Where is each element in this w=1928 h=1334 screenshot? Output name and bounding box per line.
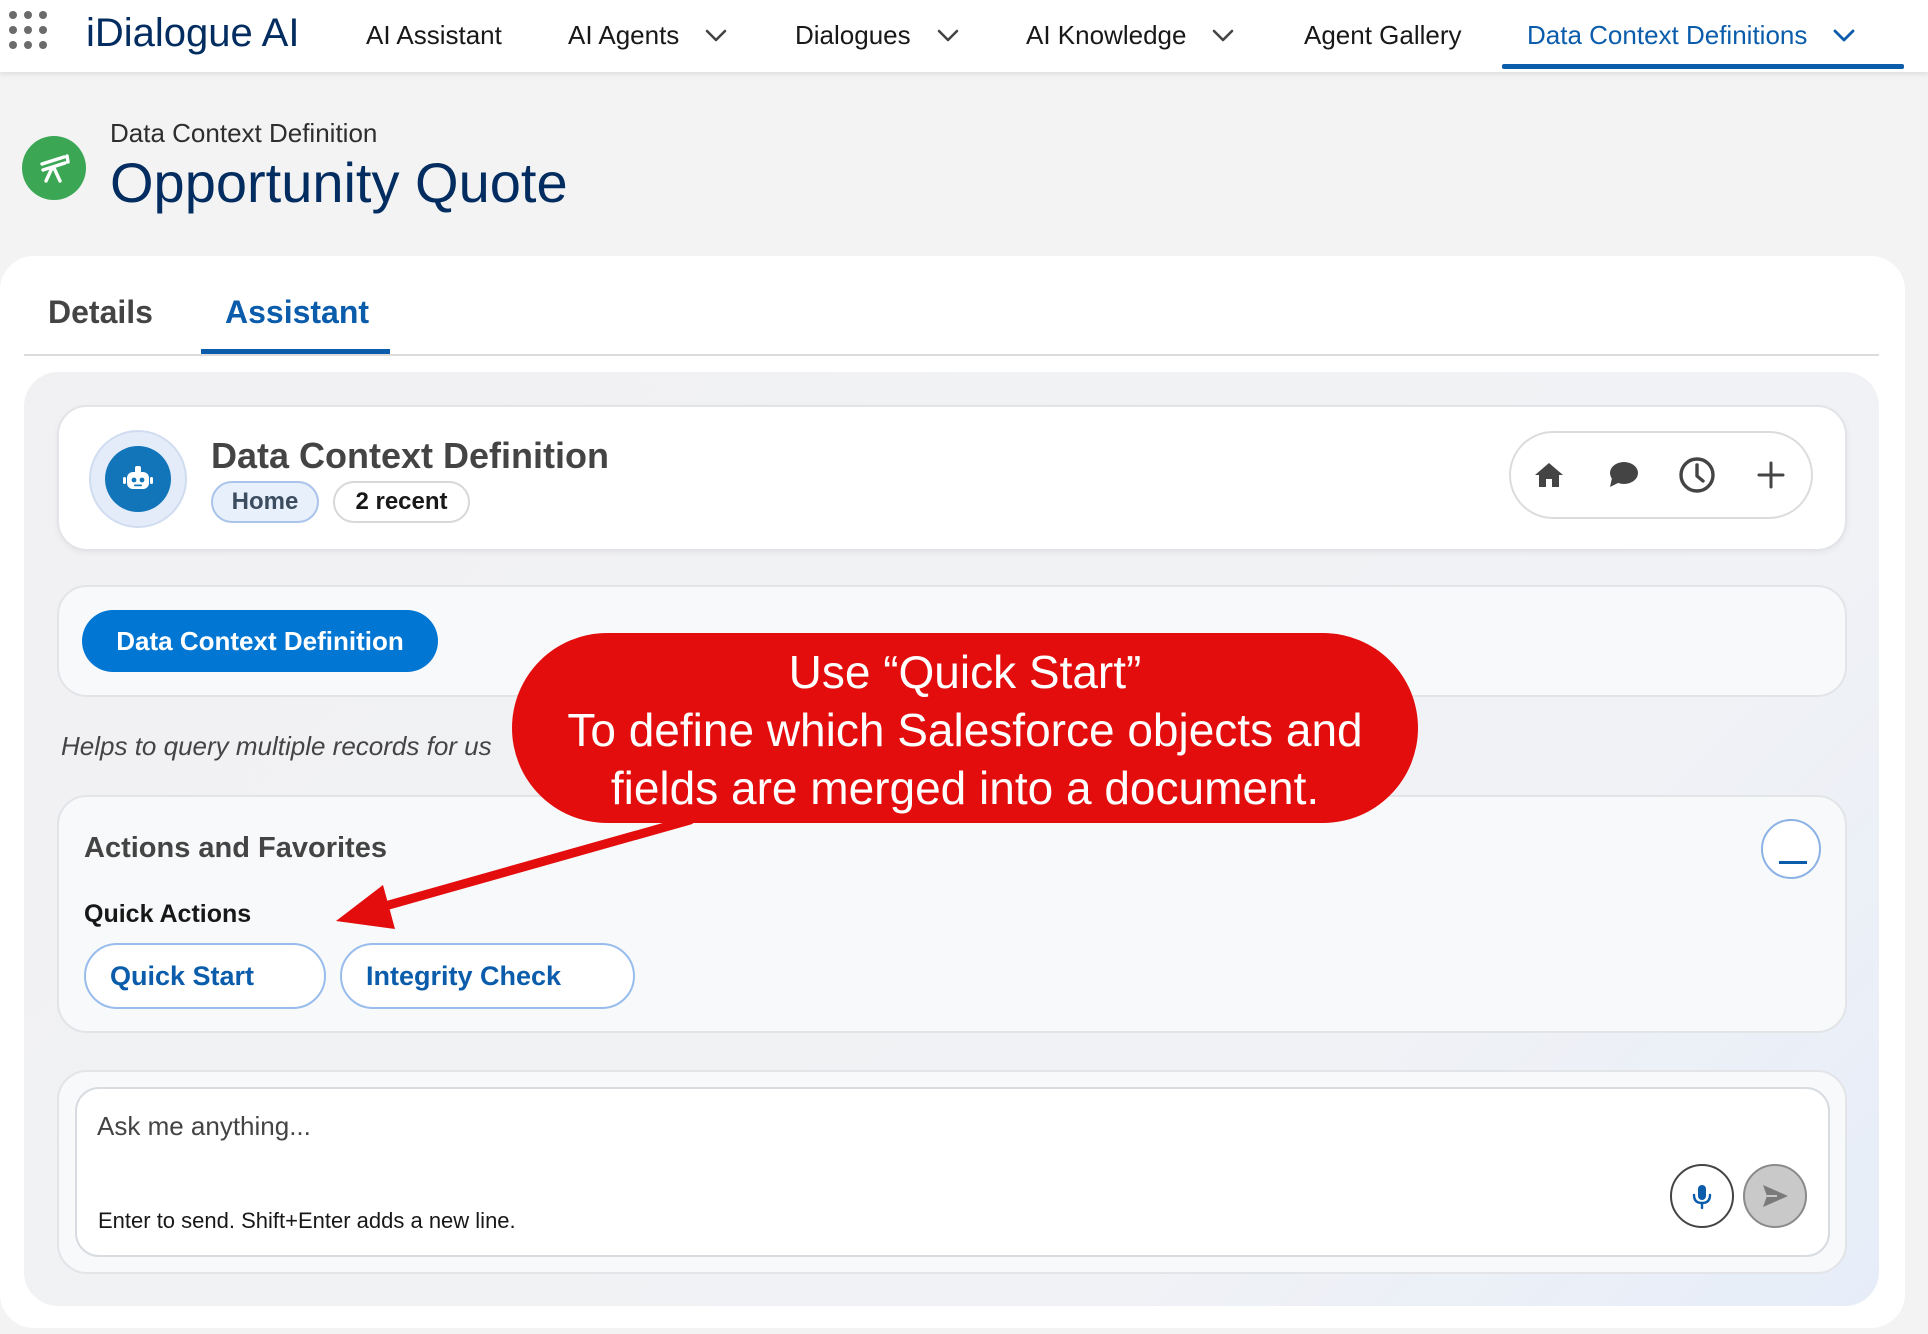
home-pill[interactable]: Home xyxy=(211,481,319,523)
send-button[interactable] xyxy=(1743,1164,1807,1228)
microphone-button[interactable] xyxy=(1670,1164,1734,1228)
nav-item-label: AI Knowledge xyxy=(1026,20,1187,50)
agent-context-button[interactable]: Data Context Definition xyxy=(82,610,438,672)
object-type-label: Data Context Definition xyxy=(110,118,378,148)
chevron-down-icon[interactable] xyxy=(701,20,731,50)
chevron-down-icon[interactable] xyxy=(933,20,963,50)
integrity-check-button[interactable]: Integrity Check xyxy=(340,943,635,1009)
page-title: Opportunity Quote xyxy=(110,151,568,214)
nav-item-label: AI Assistant xyxy=(366,20,502,50)
nav-item-agent-gallery[interactable]: Agent Gallery xyxy=(1304,17,1462,53)
nav-item-data-context-definitions[interactable]: Data Context Definitions xyxy=(1527,17,1859,53)
tab-divider xyxy=(24,354,1879,356)
nav-item-label: Data Context Definitions xyxy=(1527,20,1808,50)
chevron-down-icon[interactable] xyxy=(1208,20,1238,50)
callout-line: fields are merged into a document. xyxy=(610,762,1320,814)
message-input[interactable] xyxy=(97,1106,1597,1146)
chevron-down-icon[interactable] xyxy=(1829,20,1859,50)
nav-item-label: Dialogues xyxy=(795,20,911,50)
collapse-button[interactable] xyxy=(1761,819,1821,879)
chat-icon[interactable] xyxy=(1602,454,1644,496)
quick-actions-label: Quick Actions xyxy=(84,900,252,928)
send-icon xyxy=(1763,1185,1788,1207)
callout-line: Use “Quick Start” xyxy=(788,646,1142,698)
recent-pill[interactable]: 2 recent xyxy=(333,481,470,523)
callout-line: To define which Salesforce objects and xyxy=(567,704,1363,756)
telescope-icon xyxy=(22,136,86,200)
actions-card xyxy=(57,795,1847,1033)
nav-active-indicator xyxy=(1502,64,1904,69)
minimize-icon xyxy=(1779,861,1807,864)
nav-item-dialogues[interactable]: Dialogues xyxy=(795,17,963,53)
agent-title: Data Context Definition xyxy=(211,435,610,476)
nav-item-ai-agents[interactable]: AI Agents xyxy=(568,17,731,53)
robot-icon xyxy=(123,466,153,489)
microphone-icon xyxy=(1692,1185,1712,1210)
nav-item-ai-assistant[interactable]: AI Assistant xyxy=(366,17,502,53)
app-name: iDialogue AI xyxy=(86,11,300,55)
tab-details[interactable]: Details xyxy=(48,292,153,332)
agent-helper-text: Helps to query multiple records for us xyxy=(61,731,492,761)
tab-active-indicator xyxy=(201,349,390,354)
composer-hint: Enter to send. Shift+Enter adds a new li… xyxy=(98,1208,516,1233)
actions-title: Actions and Favorites xyxy=(84,832,387,864)
nav-item-label: AI Agents xyxy=(568,20,680,50)
quick-start-button[interactable]: Quick Start xyxy=(84,943,326,1009)
tab-assistant[interactable]: Assistant xyxy=(225,292,369,332)
annotation-callout: Use “Quick Start” To define which Salesf… xyxy=(512,633,1418,823)
nav-item-label: Agent Gallery xyxy=(1304,20,1462,50)
nav-item-ai-knowledge[interactable]: AI Knowledge xyxy=(1026,17,1238,53)
app-launcher-icon[interactable] xyxy=(9,11,51,53)
plus-icon[interactable] xyxy=(1750,454,1792,496)
home-icon[interactable] xyxy=(1528,454,1570,496)
agent-avatar xyxy=(89,430,187,528)
history-icon[interactable] xyxy=(1676,454,1718,496)
